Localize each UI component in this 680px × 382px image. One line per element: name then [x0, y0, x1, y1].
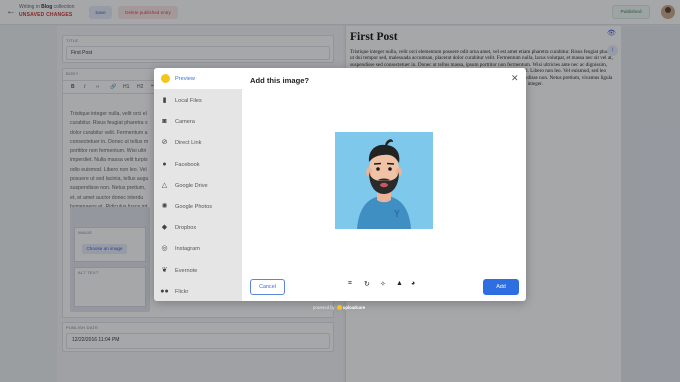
source-label: Instagram [175, 245, 200, 252]
source-item-preview[interactable]: Preview [154, 68, 242, 89]
evernote-icon: ❦ [161, 267, 168, 274]
source-label: Direct Link [175, 139, 202, 146]
cancel-button[interactable]: Cancel [250, 279, 285, 295]
source-sidebar: Preview ▮ Local Files ◙ Camera ⊘ Direct … [154, 68, 242, 301]
preview-dot-icon [161, 74, 170, 83]
enhance-icon[interactable]: ✧ [380, 280, 386, 288]
google-photos-icon: ✺ [161, 203, 168, 210]
avatar-illustration [335, 132, 433, 229]
source-item-dropbox[interactable]: ◆ Dropbox [154, 217, 242, 238]
source-label: Facebook [175, 161, 200, 168]
image-preview [335, 132, 433, 229]
source-item-camera[interactable]: ◙ Camera [154, 111, 242, 132]
source-label: Dropbox [175, 224, 197, 231]
file-icon: ▮ [162, 97, 167, 104]
source-item-google-photos[interactable]: ✺ Google Photos [154, 196, 242, 217]
powered-by: powered by uploadcare [313, 305, 365, 310]
source-item-google-drive[interactable]: △ Google Drive [154, 175, 242, 196]
dialog-title: Add this image? [250, 76, 310, 85]
close-icon[interactable]: ✕ [511, 73, 519, 84]
sharpen-icon[interactable]: ▲ [396, 280, 403, 287]
source-label: Preview [175, 75, 195, 82]
source-label: Local Files [175, 97, 202, 104]
google-drive-icon: △ [161, 182, 168, 189]
powered-prefix: powered by [313, 305, 335, 310]
source-label: Evernote [175, 267, 198, 274]
upload-dialog: Preview ▮ Local Files ◙ Camera ⊘ Direct … [154, 68, 526, 301]
add-button[interactable]: Add [483, 279, 519, 295]
crop-icon[interactable]: ⌗ [348, 280, 352, 288]
source-label: Google Drive [175, 182, 208, 189]
link-icon: ⊘ [161, 139, 168, 146]
source-item-flickr[interactable]: ●● Flickr [154, 281, 242, 301]
source-item-instagram[interactable]: ◎ Instagram [154, 238, 242, 259]
facebook-icon: ● [162, 161, 167, 168]
dropbox-icon: ◆ [161, 224, 168, 231]
instagram-icon: ◎ [161, 245, 168, 252]
source-item-local-files[interactable]: ▮ Local Files [154, 90, 242, 111]
source-label: Flickr [175, 288, 189, 295]
rotate-icon[interactable]: ↻ [364, 280, 370, 288]
powered-brand: uploadcare [342, 305, 366, 310]
flickr-icon: ●● [160, 288, 169, 295]
camera-icon: ◙ [162, 118, 167, 125]
uploadcare-logo-icon [336, 305, 342, 310]
source-label: Google Photos [175, 203, 213, 210]
grayscale-icon[interactable]: ◕ [411, 280, 415, 287]
source-item-facebook[interactable]: ● Facebook [154, 154, 242, 175]
source-item-direct-link[interactable]: ⊘ Direct Link [154, 132, 242, 153]
source-item-evernote[interactable]: ❦ Evernote [154, 260, 242, 281]
source-label: Camera [175, 118, 195, 125]
